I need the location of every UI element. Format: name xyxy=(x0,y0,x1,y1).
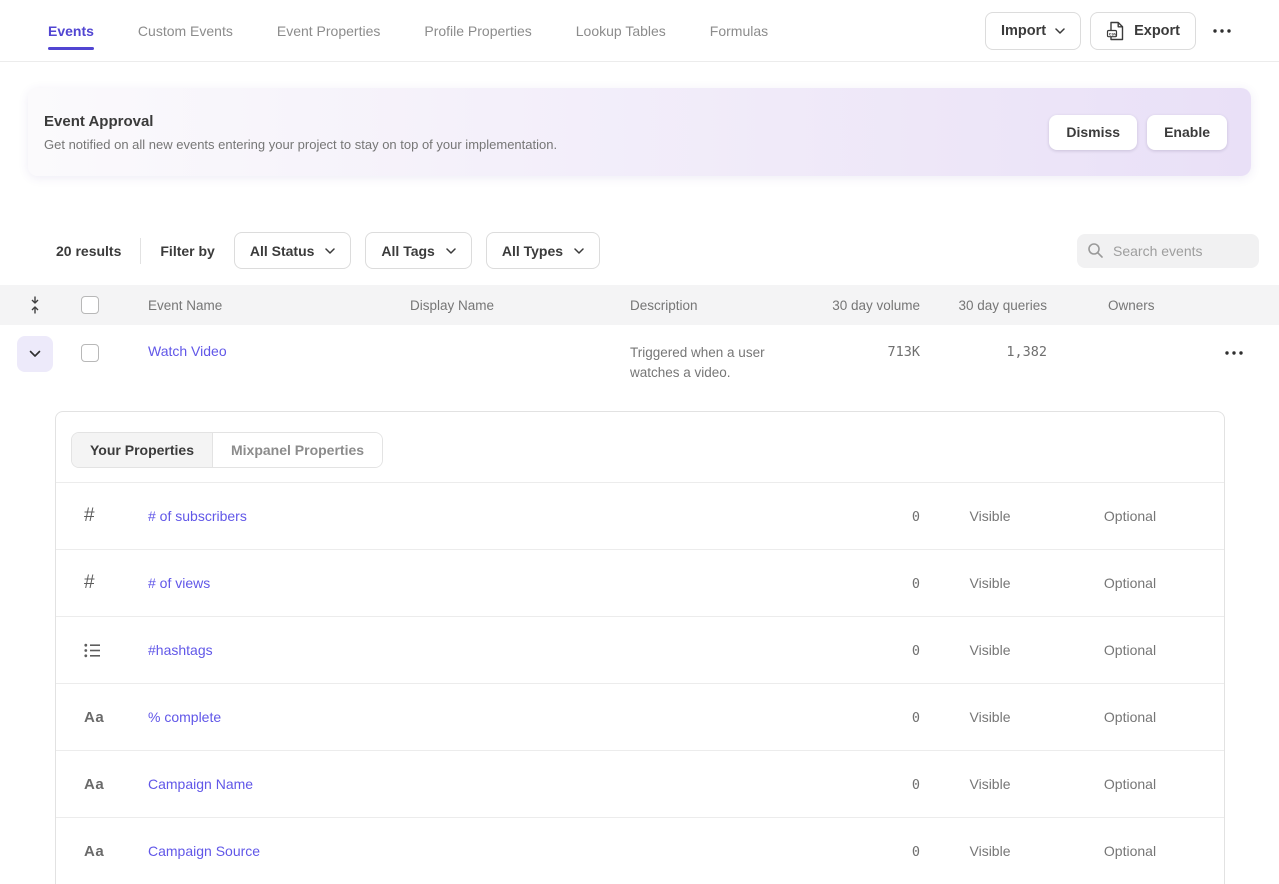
chevron-down-icon xyxy=(446,248,456,254)
event-description: Triggered when a user watches a video. xyxy=(630,345,765,380)
properties-tab-bar: Your Properties Mixpanel Properties xyxy=(56,412,1224,483)
tab-events[interactable]: Events xyxy=(48,0,94,61)
property-volume: 0 xyxy=(912,710,920,726)
lexicon-tabs: Events Custom Events Event Properties Pr… xyxy=(48,0,768,61)
status-filter-label: All Status xyxy=(250,243,315,259)
property-name-link[interactable]: # of views xyxy=(148,575,210,591)
property-visibility: Visible xyxy=(920,709,1060,725)
tab-event-properties[interactable]: Event Properties xyxy=(277,0,381,61)
tab-profile-properties[interactable]: Profile Properties xyxy=(424,0,531,61)
column-description: Description xyxy=(630,298,820,313)
property-name-link[interactable]: Campaign Source xyxy=(148,843,260,859)
types-filter-dropdown[interactable]: All Types xyxy=(486,232,600,269)
property-requirement: Optional xyxy=(1060,776,1200,792)
property-requirement: Optional xyxy=(1060,575,1200,591)
event-approval-banner: Event Approval Get notified on all new e… xyxy=(28,88,1251,176)
banner-title: Event Approval xyxy=(44,113,1049,130)
search-icon xyxy=(1087,242,1104,259)
export-button[interactable]: csv Export xyxy=(1090,12,1196,50)
row-checkbox[interactable] xyxy=(81,344,99,362)
export-button-label: Export xyxy=(1134,23,1180,39)
results-count: 20 results xyxy=(56,243,121,259)
tab-formulas[interactable]: Formulas xyxy=(710,0,768,61)
property-visibility: Visible xyxy=(920,575,1060,591)
event-30-day-queries: 1,382 xyxy=(1006,344,1047,360)
property-requirement: Optional xyxy=(1060,642,1200,658)
text-icon xyxy=(84,709,104,726)
tab-mixpanel-properties[interactable]: Mixpanel Properties xyxy=(212,433,382,467)
property-row: Campaign Name 0 Visible Optional xyxy=(56,751,1224,818)
property-volume: 0 xyxy=(912,576,920,592)
number-icon xyxy=(84,572,95,594)
tab-custom-events[interactable]: Custom Events xyxy=(138,0,233,61)
event-30-day-volume: 713K xyxy=(887,344,920,360)
more-actions-button[interactable] xyxy=(1205,14,1239,48)
column-display-name: Display Name xyxy=(410,298,630,313)
property-visibility: Visible xyxy=(920,843,1060,859)
chevron-down-icon xyxy=(29,350,41,358)
csv-file-icon: csv xyxy=(1106,21,1125,41)
property-visibility: Visible xyxy=(920,508,1060,524)
dismiss-button[interactable]: Dismiss xyxy=(1049,115,1137,150)
property-volume: 0 xyxy=(912,844,920,860)
import-button[interactable]: Import xyxy=(985,12,1081,50)
property-name-link[interactable]: #hashtags xyxy=(148,642,213,658)
property-requirement: Optional xyxy=(1060,508,1200,524)
property-visibility: Visible xyxy=(920,776,1060,792)
filter-bar: 20 results Filter by All Status All Tags… xyxy=(56,232,1259,269)
property-volume: 0 xyxy=(912,509,920,525)
event-row-watch-video: Watch Video Triggered when a user watche… xyxy=(0,325,1279,411)
property-requirement: Optional xyxy=(1060,843,1200,859)
property-volume: 0 xyxy=(912,777,920,793)
collapse-row-button[interactable] xyxy=(17,336,53,372)
text-icon xyxy=(84,843,104,860)
property-row: % complete 0 Visible Optional xyxy=(56,684,1224,751)
svg-text:csv: csv xyxy=(1109,31,1117,36)
row-more-actions-button[interactable] xyxy=(1217,343,1251,363)
tags-filter-dropdown[interactable]: All Tags xyxy=(365,232,471,269)
property-row: Campaign Source 0 Visible Optional xyxy=(56,818,1224,884)
event-name-link[interactable]: Watch Video xyxy=(148,343,227,359)
collapse-all-button[interactable] xyxy=(24,294,46,316)
divider xyxy=(140,238,141,264)
ellipsis-icon xyxy=(1224,351,1244,355)
column-30-day-volume: 30 day volume xyxy=(820,298,920,313)
chevron-down-icon xyxy=(1055,28,1065,34)
chevron-down-icon xyxy=(574,248,584,254)
column-30-day-queries: 30 day queries xyxy=(920,298,1047,313)
tab-lookup-tables[interactable]: Lookup Tables xyxy=(576,0,666,61)
property-name-link[interactable]: Campaign Name xyxy=(148,776,253,792)
search-input[interactable] xyxy=(1113,243,1249,259)
list-icon xyxy=(84,643,101,658)
property-row: # of views 0 Visible Optional xyxy=(56,550,1224,617)
tags-filter-label: All Tags xyxy=(381,243,434,259)
column-owners: Owners xyxy=(1047,298,1192,313)
property-requirement: Optional xyxy=(1060,709,1200,725)
types-filter-label: All Types xyxy=(502,243,563,259)
number-icon xyxy=(84,505,95,527)
filter-by-label: Filter by xyxy=(160,243,214,259)
search-events-box[interactable] xyxy=(1077,234,1259,268)
property-volume: 0 xyxy=(912,643,920,659)
text-icon xyxy=(84,776,104,793)
enable-button[interactable]: Enable xyxy=(1147,115,1227,150)
select-all-checkbox[interactable] xyxy=(81,296,99,314)
property-name-link[interactable]: # of subscribers xyxy=(148,508,247,524)
event-properties-panel: Your Properties Mixpanel Properties # of… xyxy=(55,411,1225,884)
property-row: # of subscribers 0 Visible Optional xyxy=(56,483,1224,550)
property-row: #hashtags 0 Visible Optional xyxy=(56,617,1224,684)
events-table-header: Event Name Display Name Description 30 d… xyxy=(0,285,1279,325)
column-event-name: Event Name xyxy=(110,298,410,313)
import-button-label: Import xyxy=(1001,23,1046,39)
status-filter-dropdown[interactable]: All Status xyxy=(234,232,352,269)
tab-your-properties[interactable]: Your Properties xyxy=(72,433,212,467)
property-visibility: Visible xyxy=(920,642,1060,658)
banner-description: Get notified on all new events entering … xyxy=(44,137,1049,152)
top-navigation: Events Custom Events Event Properties Pr… xyxy=(0,0,1279,62)
property-name-link[interactable]: % complete xyxy=(148,709,221,725)
chevron-down-icon xyxy=(325,248,335,254)
ellipsis-icon xyxy=(1212,29,1232,33)
collapse-all-icon xyxy=(28,296,42,314)
